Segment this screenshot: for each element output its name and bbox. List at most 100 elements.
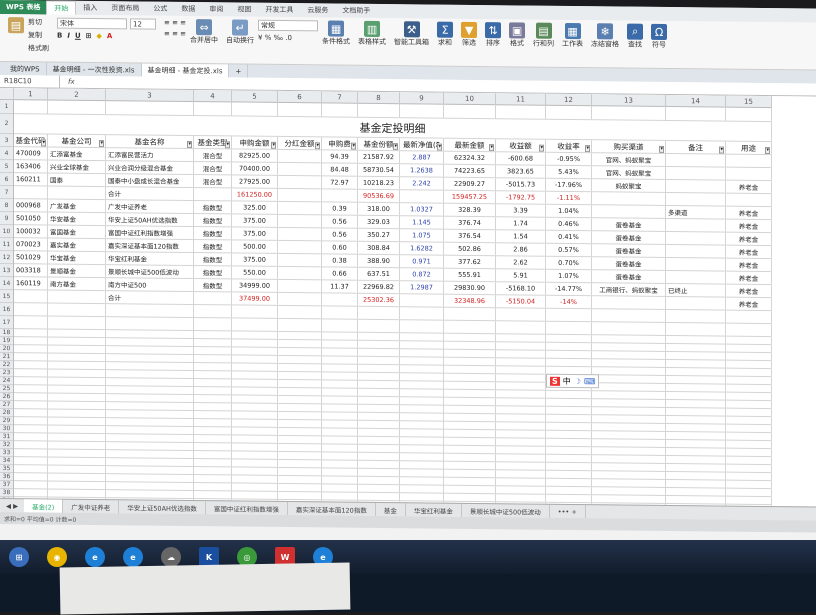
menu-tab-cloud[interactable]: 云服务 [300,3,335,17]
merge-center-button[interactable]: ⇔ 合并居中 [190,19,218,45]
cell[interactable] [232,387,278,394]
cell[interactable] [666,167,726,180]
edge-icon[interactable]: e [123,547,143,567]
corner-cell[interactable] [0,88,14,100]
cell[interactable] [666,472,726,480]
cell[interactable] [400,365,444,372]
cell[interactable] [496,486,546,494]
cell[interactable] [444,366,496,374]
column-title[interactable]: 收益额▾ [496,139,546,152]
column-header[interactable]: 6 [278,91,322,103]
cell[interactable] [496,430,546,438]
cell[interactable]: 0.38 [322,254,358,266]
cell[interactable] [14,377,48,384]
cell[interactable] [496,422,546,430]
column-header[interactable]: 15 [726,96,772,108]
cell[interactable]: 指数型 [194,240,232,252]
cell[interactable] [400,190,444,202]
row-header[interactable]: 13 [0,264,13,277]
filter-dropdown-icon[interactable]: ▾ [351,143,356,150]
cell[interactable] [358,397,400,404]
row-header[interactable]: 12 [0,251,13,264]
doc-tab-my-wps[interactable]: 我的WPS [4,62,47,75]
cell[interactable] [726,481,772,488]
cell[interactable] [278,202,322,214]
cell[interactable] [194,403,232,410]
sheet-tab[interactable]: 富国中证红利指数增强 [206,501,288,516]
cell[interactable] [322,372,358,379]
cell[interactable] [546,431,592,438]
cell[interactable] [496,358,546,366]
row-header[interactable]: 10 [0,225,13,238]
cell[interactable] [666,464,726,472]
cell[interactable] [496,478,546,486]
cell[interactable] [106,330,194,338]
cell[interactable] [48,490,106,498]
cell[interactable] [592,399,666,407]
cell[interactable]: 34999.00 [232,279,278,291]
cell[interactable] [726,377,772,384]
cell[interactable] [496,321,546,334]
cell[interactable] [106,410,194,418]
cell[interactable] [106,354,194,362]
cell[interactable] [666,360,726,368]
sheet-tab[interactable]: 基金(2) [24,499,63,513]
cell[interactable]: 0.60 [322,241,358,253]
cell[interactable]: -0.95% [546,153,592,165]
cell[interactable] [726,473,772,480]
cell[interactable] [444,406,496,414]
cell[interactable]: 0.46% [546,218,592,230]
cell[interactable]: 官网、蚂蚁聚宝 [592,153,666,166]
cell[interactable]: 90536.69 [358,190,400,202]
align-left-icon[interactable]: ≡ ≡ ≡ [164,30,186,38]
cell[interactable] [726,425,772,432]
cell[interactable]: 富国中证红利指数增强 [106,226,194,239]
cell[interactable] [322,380,358,387]
add-sheet-button[interactable]: ••• + [550,504,586,518]
table-style-button[interactable]: ▥ 表格样式 [358,21,386,47]
cell[interactable] [322,436,358,443]
cell[interactable] [592,296,666,309]
row-header[interactable]: 37 [0,481,13,489]
cell[interactable]: 159457.25 [444,191,496,204]
cell[interactable] [48,402,106,410]
row-header[interactable]: 18 [0,329,13,337]
filter-dropdown-icon[interactable]: ▾ [187,141,192,148]
cell[interactable] [444,398,496,406]
cell[interactable] [278,228,322,240]
column-title[interactable]: 最新净值(ξ▾ [400,138,444,150]
cell[interactable] [48,291,106,304]
cell[interactable]: 1.2987 [400,281,444,293]
cell[interactable] [278,412,322,419]
cell[interactable] [14,316,48,328]
cell[interactable]: 富国基金 [48,226,106,239]
row-header[interactable]: 22 [0,361,13,369]
row-header[interactable]: 2 [0,114,13,134]
cell[interactable] [592,205,666,218]
cell[interactable] [48,101,106,115]
cell[interactable]: 501050 [14,212,48,224]
row-header[interactable]: 15 [0,290,13,303]
filter-button[interactable]: ▼ 筛选 [461,22,477,48]
column-header[interactable]: 1 [14,88,48,100]
conditional-format-button[interactable]: ▦ 条件格式 [322,20,350,46]
column-title[interactable]: 备注▾ [666,141,726,154]
cell[interactable] [358,453,400,460]
cell[interactable]: 合计 [106,291,194,304]
cell[interactable] [278,452,322,459]
cell[interactable] [106,490,194,498]
cell[interactable]: 82925.00 [232,149,278,161]
cell[interactable] [194,419,232,426]
cell[interactable]: 388.90 [358,255,400,267]
cell[interactable]: 蛋卷基金 [592,218,666,231]
cell[interactable] [592,479,666,487]
cell[interactable]: 94.39 [322,150,358,162]
cell[interactable]: 养老金 [726,272,772,284]
cell[interactable]: 11.37 [322,280,358,292]
cell[interactable] [666,245,726,258]
cell[interactable] [444,486,496,494]
cell[interactable] [546,471,592,478]
cell[interactable]: 1.07% [546,270,592,282]
cell[interactable] [592,455,666,463]
cell[interactable] [546,463,592,470]
